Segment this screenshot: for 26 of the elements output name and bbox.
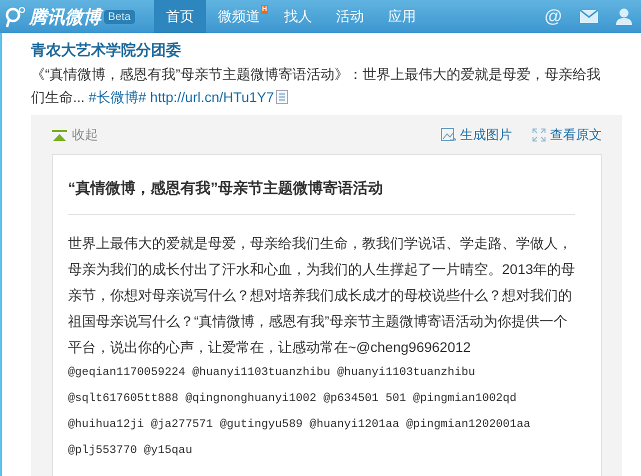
mention-line[interactable]: @plj553770 @y15qau xyxy=(68,438,575,464)
view-original-button[interactable]: 查看原文 xyxy=(532,126,602,144)
mention-line[interactable]: @geqian1170059224 @huanyi1103tuanzhibu @huanyi1103tuanzhibu xyxy=(68,360,575,386)
author-name[interactable]: 青农大艺术学院分团委 xyxy=(31,41,622,60)
article-body: 世界上最伟大的爱就是母爱，母亲给我们生命，教我们学说话、学走路、学做人，母亲为我们的成长付出了汗水和心血，为我们的人生撑起了一片晴空。2013年的母亲节，你想对母亲说写什么？想对培养我们成长成才的母校说些什么？想对我们的祖国母亲说写什么？“真情微博，感恩有我”母亲节主题微博寄语活动为你提供一个平台，说出你的心声，让爱常在，让感动常在~@cheng96962012 xyxy=(68,234,576,357)
user-icon[interactable] xyxy=(616,8,632,25)
nav-tab[interactable]: 应用 xyxy=(376,0,428,33)
article-title: “真情微博，感恩有我”母亲节主题微博寄语活动 xyxy=(68,179,575,215)
logo-icon xyxy=(4,6,26,28)
nav-tab[interactable]: 首页 xyxy=(154,0,206,33)
expand-icon xyxy=(532,128,546,142)
mention-line[interactable]: @huihua12ji @ja277571 @gutingyu589 @huanyi1201aa @pingmian1202001aa xyxy=(68,412,575,438)
hashtag-link[interactable]: #长微博# xyxy=(88,89,146,105)
document-icon[interactable] xyxy=(276,90,288,104)
nav-tab[interactable]: 找人 xyxy=(272,0,324,33)
url-link[interactable]: http://url.cn/HTu1Y7 xyxy=(150,89,274,105)
generate-image-button[interactable]: 生成图片 xyxy=(441,126,512,144)
mail-icon[interactable] xyxy=(580,10,598,23)
collapse-button[interactable]: 收起 xyxy=(52,126,98,144)
nav-tab[interactable]: 活动 xyxy=(324,0,376,33)
mention-line[interactable]: @sqlt617605tt888 @qingnonghuanyi1002 @p634501 501 @pingmian1002qd xyxy=(68,386,575,412)
collapse-icon xyxy=(52,130,67,140)
logo-text: 腾讯微博 xyxy=(29,4,101,28)
post-text: 《“真情微博，感恩有我”母亲节主题微博寄语活动》：世界上最伟大的爱就是母爱，母亲给我们生命... #长微博# http://url.cn/HTu1Y7 xyxy=(31,65,602,107)
beta-badge: Beta xyxy=(104,10,135,24)
image-icon xyxy=(441,128,456,142)
